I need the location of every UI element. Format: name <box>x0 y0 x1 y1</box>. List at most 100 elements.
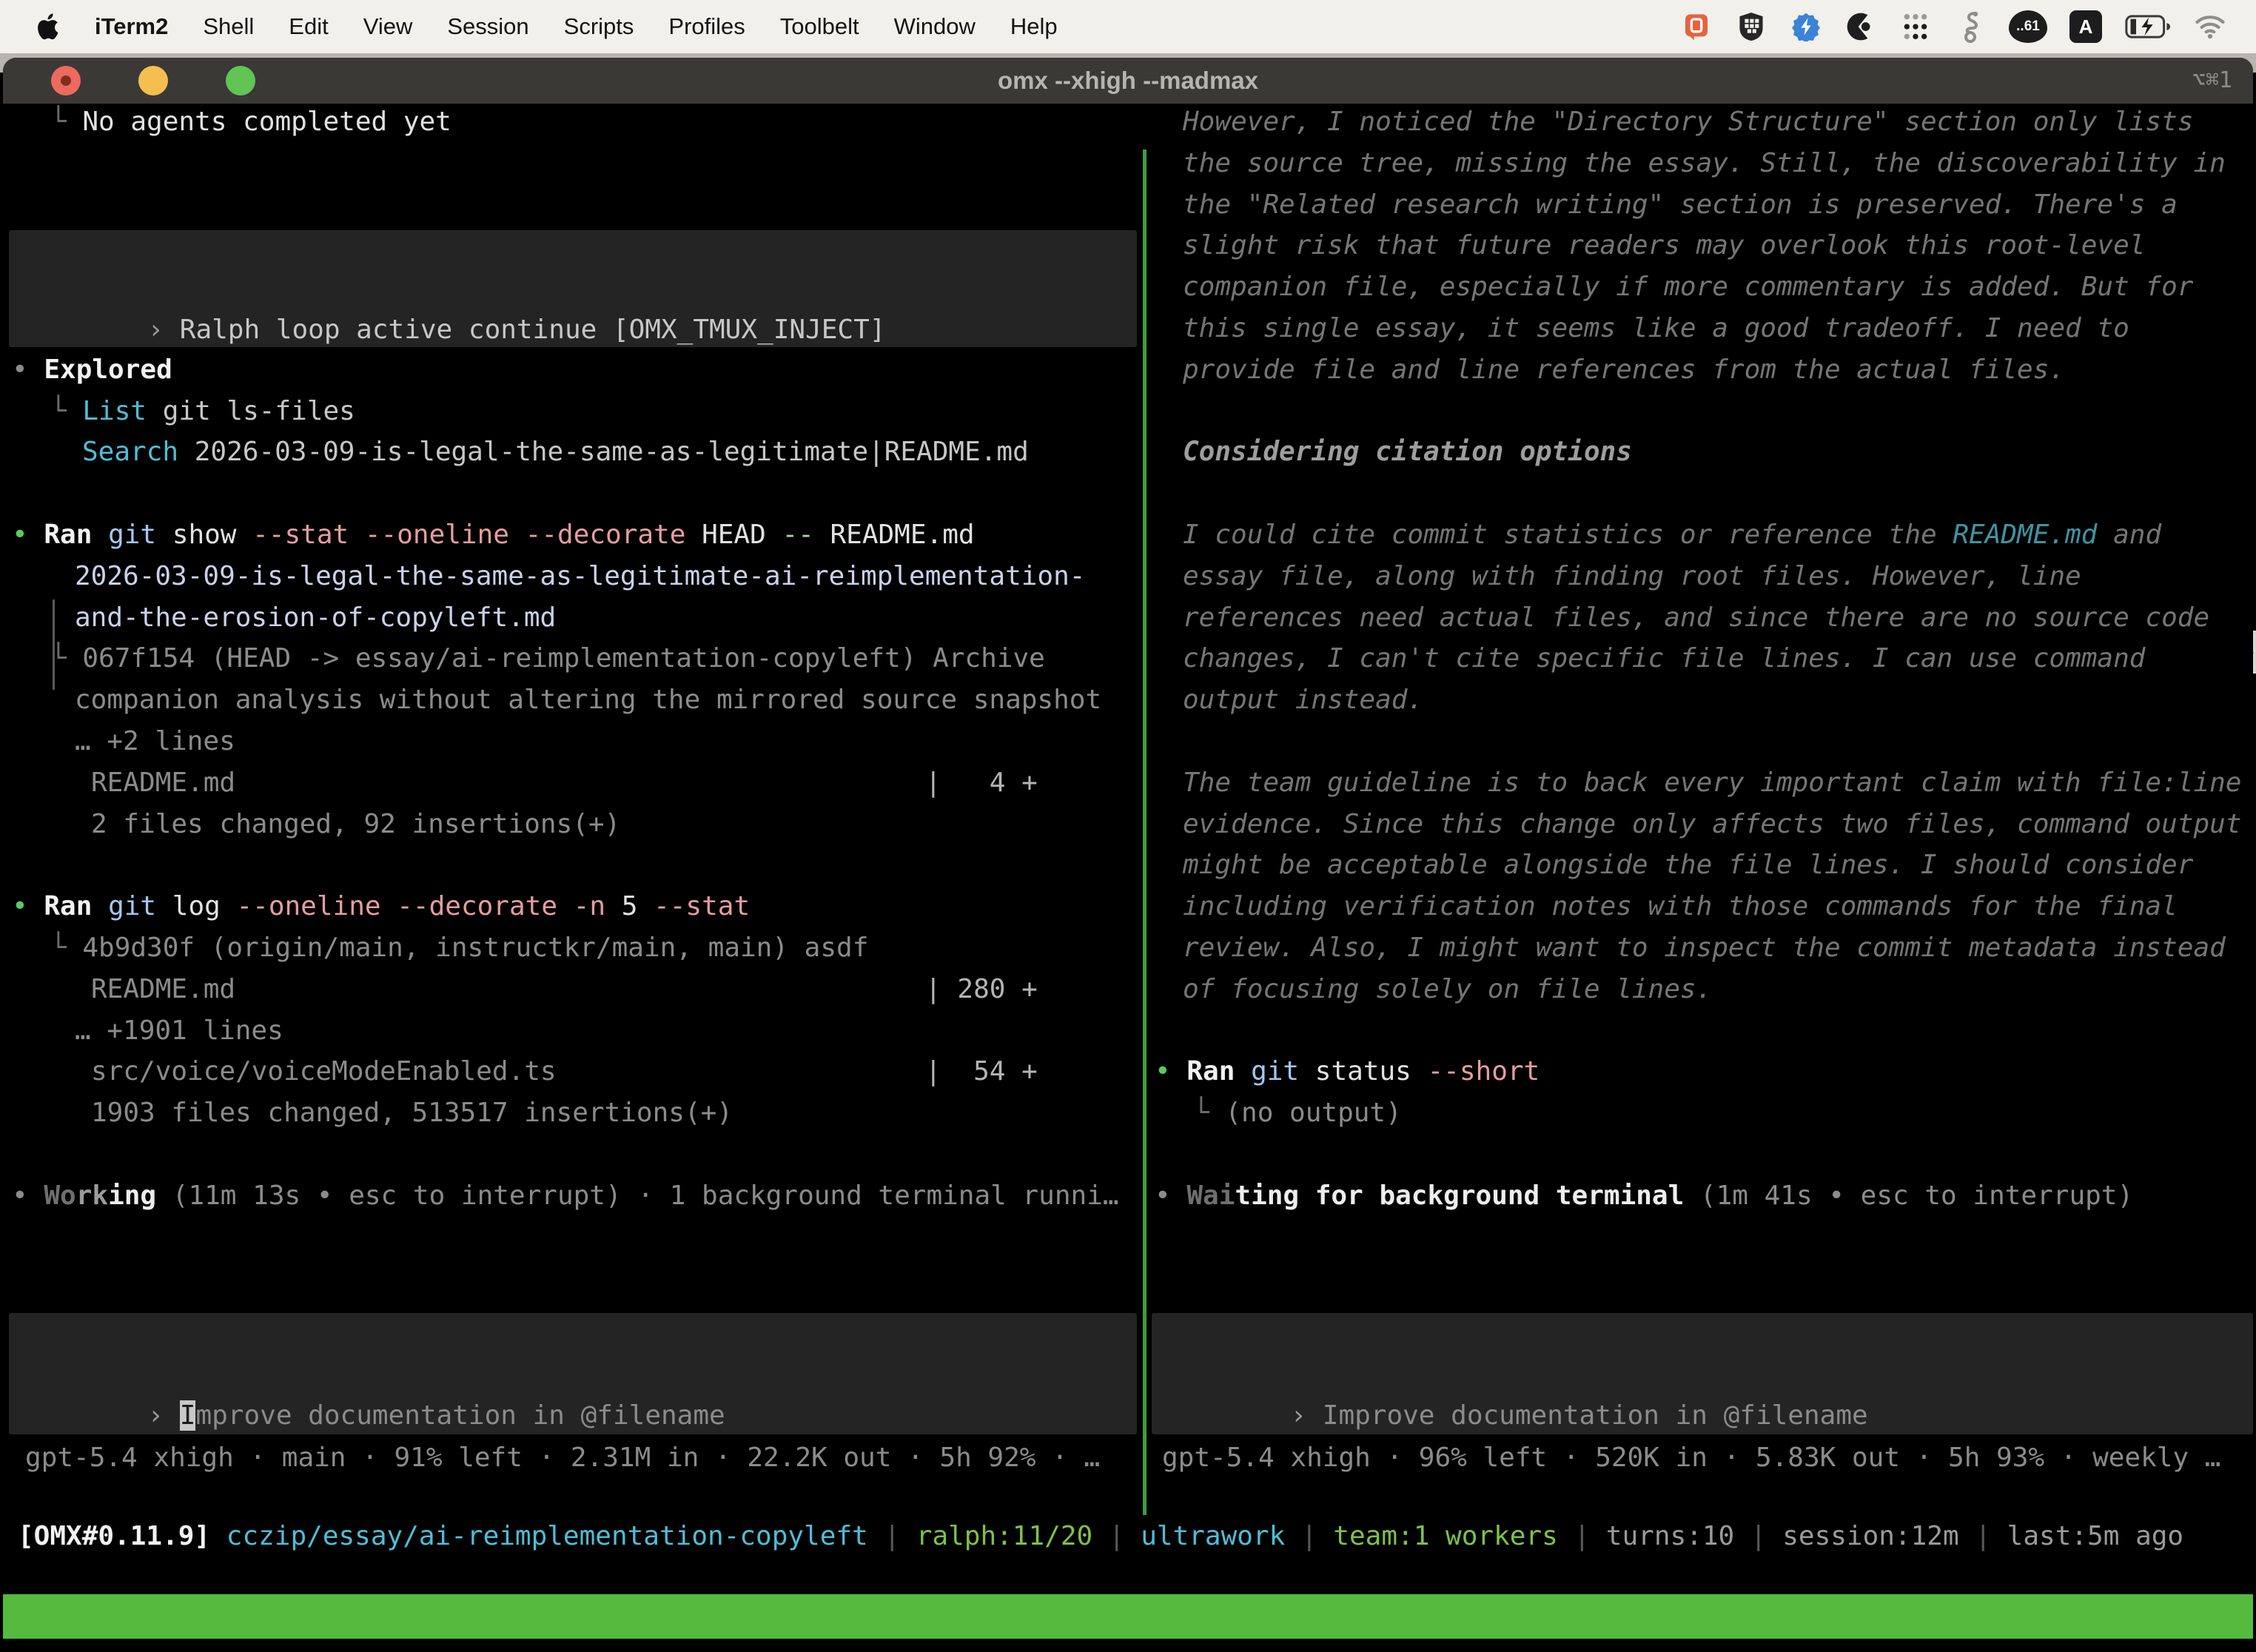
left-pane-terminal-line: └ List git ls-files <box>50 391 355 432</box>
banner-text: Ralph loop active continue [OMX_TMUX_INJ… <box>180 315 886 345</box>
ralph-banner-box: › Ralph loop active continue [OMX_TMUX_I… <box>9 230 1137 347</box>
dots-grid-icon[interactable] <box>1899 10 1932 43</box>
right-pane-terminal-line: I could cite commit statistics or refere… <box>1183 514 2161 556</box>
left-pane-terminal-line: 2 files changed, 92 insertions(+) <box>91 804 620 845</box>
terminal-area[interactable]: › Ralph loop active continue [OMX_TMUX_I… <box>3 104 2253 1652</box>
window-shortcut-badge: ⌥⌘1 <box>2192 58 2232 104</box>
pane-divider[interactable] <box>1143 150 1147 1515</box>
right-pane-terminal-line: review. Also, I might want to inspect th… <box>1183 927 2226 969</box>
screenshot-app-icon[interactable] <box>1680 10 1713 43</box>
left-pane-terminal-line: README.md | 4 + <box>91 762 1038 804</box>
menu-item-iterm2[interactable]: iTerm2 <box>95 13 168 40</box>
left-prompt-input[interactable]: mprove documentation in @filename <box>195 1400 725 1431</box>
right-model-status: gpt-5.4 xhigh · 96% left · 520K in · 5.8… <box>1162 1437 2220 1479</box>
menu-item-view[interactable]: View <box>363 13 413 40</box>
left-pane-terminal-line: and-the-erosion-of-copyleft.md <box>75 597 556 639</box>
menu-items: iTerm2 Shell Edit View Session Scripts P… <box>95 13 1058 40</box>
banner-prompt-icon: › <box>147 315 164 345</box>
omx-status-segment: ralph:11/20 <box>916 1521 1092 1551</box>
omx-status-segment: | <box>868 1521 916 1551</box>
right-pane-terminal-line: this single essay, it seems like a good … <box>1183 308 2129 349</box>
left-pane-terminal-line: 2026-03-09-is-legal-the-same-as-legitima… <box>75 556 1085 597</box>
omx-status-segment: [OMX#0.11.9] <box>18 1521 210 1551</box>
right-pane-terminal-line: the "Related research writing" section i… <box>1183 184 2178 226</box>
menu-item-toolbelt[interactable]: Toolbelt <box>780 13 859 40</box>
window-titlebar[interactable]: omx --xhigh --madmax ⌥⌘1 <box>3 58 2253 104</box>
right-pane-terminal-line: of focusing solely on file lines. <box>1183 969 1712 1010</box>
left-pane-terminal-line: Search 2026-03-09-is-legal-the-same-as-l… <box>82 432 1029 473</box>
right-pane-terminal-line: Considering citation options <box>1183 432 1632 473</box>
hook-icon[interactable] <box>1954 10 1987 43</box>
window-title: omx --xhigh --madmax <box>3 58 2253 104</box>
menu-item-help[interactable]: Help <box>1010 13 1058 40</box>
right-pane-terminal-line: slight risk that future readers may over… <box>1183 225 2145 266</box>
menu-item-session[interactable]: Session <box>447 13 528 40</box>
right-pane-terminal-line: • Ran git status --short <box>1155 1051 1540 1092</box>
omx-status-segment: | <box>1734 1521 1782 1551</box>
left-pane-terminal-line: • Working (11m 13s • esc to interrupt) ·… <box>12 1175 1119 1217</box>
omx-status-segment: session:12m <box>1782 1521 1958 1551</box>
left-pane-terminal-line: └ 4b9d30f (origin/main, instructkr/main,… <box>50 927 868 969</box>
right-pane-terminal-line: output instead. <box>1183 679 1423 721</box>
right-pane-terminal-line: the source tree, missing the essay. Stil… <box>1183 143 2226 184</box>
omx-status-segment: | <box>1285 1521 1333 1551</box>
menu-item-profiles[interactable]: Profiles <box>668 13 745 40</box>
right-pane-terminal-line: references need actual files, and since … <box>1183 597 2209 639</box>
right-pane-terminal-line: provide file and line references from th… <box>1183 349 2065 391</box>
iterm2-window: omx --xhigh --madmax ⌥⌘1 › Ralph loop ac… <box>3 58 2253 1652</box>
left-prompt-icon: › <box>147 1400 164 1431</box>
blue-badge-icon[interactable] <box>1790 10 1822 43</box>
omx-status-segment <box>210 1521 226 1551</box>
right-prompt-icon: › <box>1290 1400 1306 1431</box>
menu-item-window[interactable]: Window <box>894 13 976 40</box>
left-pane-terminal-line: README.md | 280 + <box>91 969 1038 1010</box>
left-pane-terminal-line: • Explored <box>12 349 172 391</box>
omx-status-segment: turns:10 <box>1606 1521 1734 1551</box>
left-pane-terminal-line: • Ran git log --oneline --decorate -n 5 … <box>12 886 750 927</box>
tmux-session-name: [omx-cczip0:bash* <box>13 1639 135 1652</box>
menu-bar: iTerm2 Shell Edit View Session Scripts P… <box>0 0 2256 53</box>
menu-item-edit[interactable]: Edit <box>289 13 328 40</box>
kaleidoscope-icon[interactable] <box>1844 10 1877 43</box>
shield-grid-icon[interactable] <box>1735 10 1767 43</box>
omx-status-segment: | <box>1959 1521 2007 1551</box>
right-pane-terminal-line: However, I noticed the "Directory Struct… <box>1183 101 2193 143</box>
right-prompt-input[interactable]: Improve documentation in @filename <box>1323 1400 1868 1431</box>
omx-status-segment: last:5m ago <box>2007 1521 2183 1551</box>
battery-icon[interactable] <box>2124 10 2172 43</box>
left-prompt-box[interactable]: › Improve documentation in @filename <box>9 1313 1137 1434</box>
left-pane-terminal-line: • Ran git show --stat --oneline --decora… <box>12 514 975 556</box>
left-pane-terminal-line: … +1901 lines <box>75 1010 283 1052</box>
left-pane-terminal-line: … +2 lines <box>75 721 235 762</box>
left-pane-terminal-line: └ No agents completed yet <box>50 101 451 143</box>
omx-status-segment: cczip/essay/ai-reimplementation-copyleft <box>226 1521 868 1551</box>
right-pane-terminal-line: might be acceptable alongside the file l… <box>1183 845 2193 886</box>
right-pane-terminal-line: including verification notes with those … <box>1183 886 2178 927</box>
right-pane-terminal-line: └ (no output) <box>1193 1092 1402 1134</box>
right-pane-terminal-line: essay file, along with finding root file… <box>1183 556 2081 597</box>
left-pane-terminal-line: └ 067f154 (HEAD -> essay/ai-reimplementa… <box>50 638 1045 679</box>
apple-menu-icon[interactable] <box>37 13 59 40</box>
right-pane-terminal-line: The team guideline is to back every impo… <box>1183 762 2241 804</box>
omx-status-segment: ultrawork <box>1141 1521 1285 1551</box>
omx-status-line: [OMX#0.11.9] cczip/essay/ai-reimplementa… <box>18 1516 2183 1557</box>
left-model-status: gpt-5.4 xhigh · main · 91% left · 2.31M … <box>25 1437 1100 1479</box>
left-pane-terminal-line: 1903 files changed, 513517 insertions(+) <box>91 1092 733 1134</box>
left-pane-terminal-line: companion analysis without altering the … <box>75 679 1101 721</box>
keyboard-a-icon[interactable]: A <box>2069 10 2102 43</box>
tmux-status-bar: [omx-cczip0:bash* "MacBook-Pro-44.local"… <box>3 1594 2253 1639</box>
omx-status-segment: team:1 workers <box>1333 1521 1557 1551</box>
left-pane-terminal-line: src/voice/voiceModeEnabled.ts | 54 + <box>91 1051 1038 1092</box>
omx-status-segment: | <box>1558 1521 1606 1551</box>
left-prompt-cursor: I <box>180 1400 196 1431</box>
wifi-icon[interactable] <box>2194 10 2226 43</box>
right-prompt-box[interactable]: › Improve documentation in @filename <box>1152 1313 2253 1434</box>
right-pane-terminal-line: • Waiting for background terminal (1m 41… <box>1155 1175 2133 1217</box>
omx-status-segment: | <box>1092 1521 1141 1551</box>
menu-item-scripts[interactable]: Scripts <box>564 13 634 40</box>
menu-status-icons: ..61 A <box>1680 10 2226 43</box>
right-pane-terminal-line: changes, I can't cite specific file line… <box>1183 638 2145 679</box>
menu-item-shell[interactable]: Shell <box>203 13 254 40</box>
right-pane-terminal-line: evidence. Since this change only affects… <box>1183 804 2241 845</box>
percent-61-badge-icon[interactable]: ..61 <box>2009 10 2047 43</box>
